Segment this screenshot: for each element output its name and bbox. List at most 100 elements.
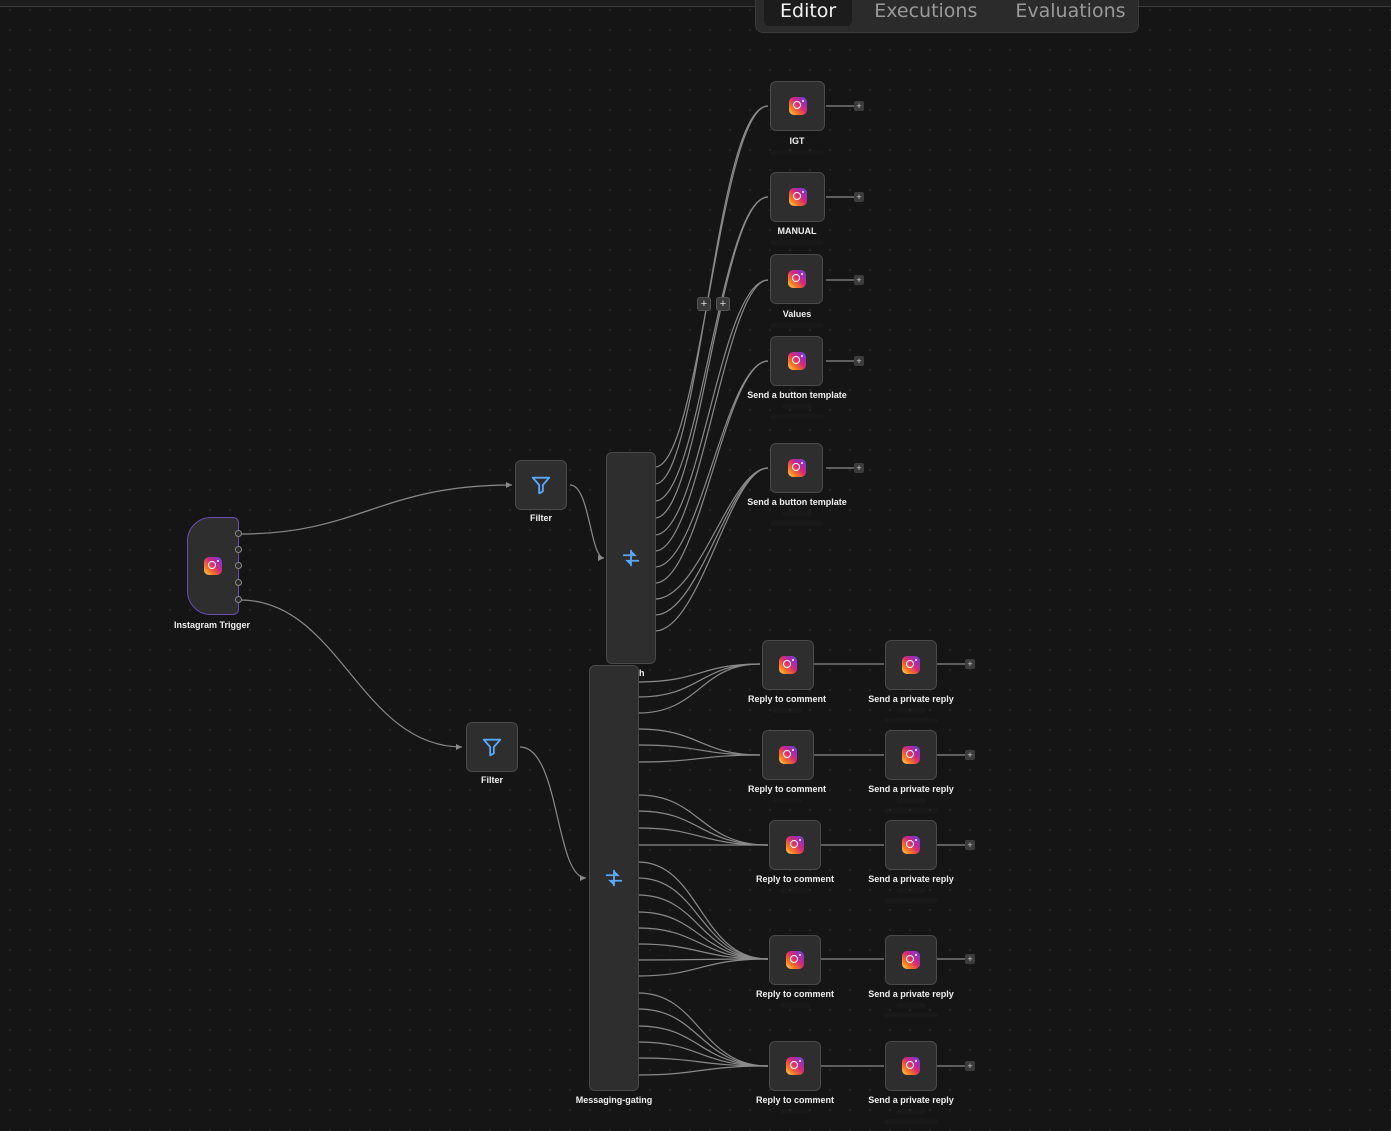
filter-node-top[interactable] [515,460,567,510]
output-port[interactable] [235,530,242,537]
wire-trigger-filter-bottom [239,599,463,748]
add-node-button[interactable]: + [854,192,864,202]
instagram-trigger-label: Instagram Trigger [173,620,251,630]
node-subtitle: ···················· [884,896,938,905]
wire-filter-switch [569,484,605,559]
node-subtitle: ··········· [896,1001,926,1010]
send-button-template-node-1[interactable] [770,336,823,386]
instagram-icon [902,656,920,674]
values-node[interactable] [770,254,823,304]
igt-node[interactable] [770,81,825,131]
instagram-trigger-node[interactable] [187,517,239,615]
instagram-icon [786,1057,804,1075]
node-subtitle: ··········· [780,1001,810,1010]
add-node-button[interactable]: + [854,356,864,366]
add-node-button[interactable]: + [965,954,975,964]
instagram-icon [788,188,807,206]
add-node-button[interactable]: + [965,1061,975,1071]
add-node-button[interactable]: + [965,659,975,669]
filter-top-label: Filter [529,513,553,523]
send-button-template-label-2: Send a button template [747,497,847,507]
node-subtitle: ··········· [782,509,812,518]
node-subtitle: ··········· [782,402,812,411]
igt-label: IGT [789,136,805,146]
instagram-icon [779,746,797,764]
instagram-icon [779,656,797,674]
output-port[interactable] [235,579,242,586]
node-subtitle: ···················· [770,519,824,528]
instagram-icon [788,97,807,115]
reply-to-comment-node-4[interactable] [769,935,821,985]
reply-to-comment-label-1: Reply to comment [747,694,827,704]
manual-node[interactable] [770,172,825,222]
node-subtitle: ···················· [884,806,938,815]
node-subtitle: ···················· [884,716,938,725]
add-node-button[interactable]: + [854,275,864,285]
reply-to-comment-label-2: Reply to comment [747,784,827,794]
instagram-icon [204,557,222,575]
filter-icon [531,476,551,495]
send-private-reply-node-5[interactable] [885,1041,937,1091]
node-subtitle: ···················· [770,148,824,157]
add-node-button[interactable]: + [716,297,730,311]
wire-trigger-filter-top [239,484,513,535]
output-port[interactable] [235,596,242,603]
messaging-gating-label: Messaging-gating [575,1095,653,1105]
node-subtitle: ··········· [896,706,926,715]
add-node-button[interactable]: + [854,101,864,111]
send-private-reply-label-5: Send a private reply [868,1095,954,1105]
reply-to-comment-node-5[interactable] [769,1041,821,1091]
instagram-icon [902,836,920,854]
instagram-icon [787,459,806,477]
send-private-reply-label-4: Send a private reply [868,989,954,999]
output-port[interactable] [235,546,242,553]
switch-icon [605,869,623,887]
send-private-reply-label-1: Send a private reply [868,694,954,704]
node-subtitle: ···················· [770,412,824,421]
values-label: Values [782,309,812,319]
send-private-reply-node-1[interactable] [885,640,937,690]
wire-filter-gating [519,746,587,879]
node-subtitle: ···················· [884,1117,938,1126]
node-subtitle: ··········· [772,706,802,715]
switch-node[interactable] [606,452,656,664]
send-private-reply-node-4[interactable] [885,935,937,985]
add-node-button[interactable]: + [854,463,864,473]
instagram-icon [786,836,804,854]
instagram-icon [787,352,806,370]
node-subtitle: ··········· [772,796,802,805]
manual-label: MANUAL [777,226,817,236]
send-private-reply-node-2[interactable] [885,730,937,780]
add-node-button[interactable]: + [965,750,975,760]
send-button-template-label-1: Send a button template [747,390,847,400]
node-subtitle: ··········· [896,886,926,895]
reply-to-comment-node-1[interactable] [762,640,814,690]
messaging-gating-node[interactable] [589,665,639,1091]
reply-to-comment-node-2[interactable] [762,730,814,780]
switch-icon [622,549,640,567]
instagram-icon [787,270,806,288]
node-subtitle: ··········· [780,1107,810,1116]
node-subtitle: ··········· [896,796,926,805]
send-private-reply-node-3[interactable] [885,820,937,870]
node-subtitle: ···················· [884,1011,938,1020]
send-button-template-node-2[interactable] [770,443,823,493]
node-subtitle: ···················· [770,321,824,330]
add-node-button[interactable]: + [965,840,975,850]
filter-icon [482,738,502,757]
send-private-reply-label-3: Send a private reply [868,874,954,884]
filter-node-bottom[interactable] [466,722,518,772]
reply-to-comment-node-3[interactable] [769,820,821,870]
instagram-icon [902,1057,920,1075]
instagram-icon [786,951,804,969]
reply-to-comment-label-5: Reply to comment [755,1095,835,1105]
node-subtitle: ···················· [770,238,824,247]
node-subtitle: ··········· [896,1107,926,1116]
add-node-button[interactable]: + [697,297,711,311]
reply-to-comment-label-3: Reply to comment [755,874,835,884]
node-subtitle: ··········· [780,886,810,895]
instagram-icon [902,951,920,969]
output-port[interactable] [235,562,242,569]
instagram-icon [902,746,920,764]
filter-bottom-label: Filter [480,775,504,785]
